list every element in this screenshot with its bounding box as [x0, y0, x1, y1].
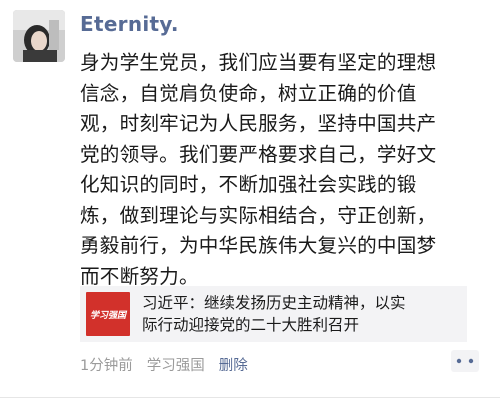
avatar-image	[13, 10, 65, 62]
post-time: 1分钟前	[80, 358, 133, 374]
more-button[interactable]	[451, 350, 479, 372]
post-text: 身为学生党员，我们应当要有坚定的理想 信念，自觉肩负使命，树立正确的价值 观，时…	[80, 51, 437, 288]
username[interactable]: Eternity.	[80, 12, 179, 36]
divider	[0, 397, 500, 398]
moments-post: Eternity. 身为学生党员，我们应当要有坚定的理想 信念，自觉肩负使命，树…	[0, 0, 500, 414]
post-meta: 1分钟前 学习强国 删除	[80, 354, 248, 375]
avatar[interactable]	[13, 10, 65, 62]
shared-link-title: 习近平：继续发扬历史主动精神，以实 际行动迎接党的二十大胜利召开	[142, 294, 406, 334]
post-source[interactable]: 学习强国	[147, 354, 205, 375]
more-dots-icon	[456, 358, 474, 364]
shared-link-thumbnail: 学习强国	[86, 292, 130, 336]
delete-button[interactable]: 删除	[219, 354, 248, 375]
shared-link-card[interactable]: 学习强国 习近平：继续发扬历史主动精神，以实 际行动迎接党的二十大胜利召开	[80, 286, 467, 342]
